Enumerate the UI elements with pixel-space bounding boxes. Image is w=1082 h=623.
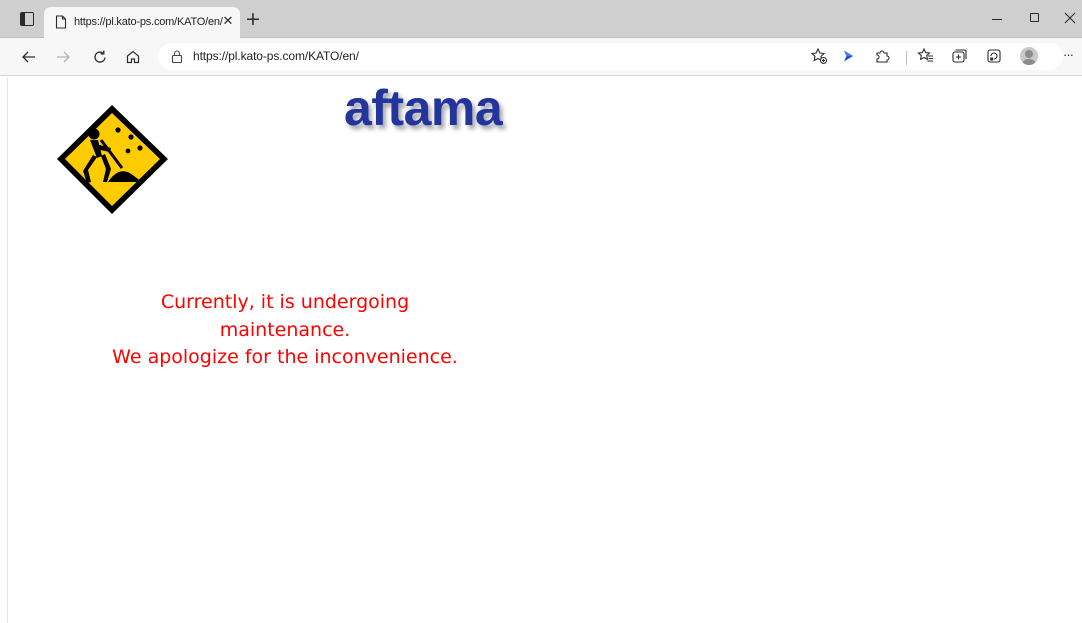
forward-button[interactable] bbox=[51, 45, 75, 69]
refresh-icon bbox=[94, 50, 106, 63]
refresh-button[interactable] bbox=[88, 45, 112, 69]
tab-actions-icon[interactable] bbox=[20, 12, 34, 26]
maximize-icon bbox=[1030, 13, 1039, 22]
toolbar-separator bbox=[906, 51, 907, 65]
browser-toolbar: https://pl.kato-ps.com/KATO/en/ ··· bbox=[0, 38, 1082, 76]
add-favorite-icon bbox=[810, 47, 827, 64]
tab-title: https://pl.kato-ps.com/KATO/en/ bbox=[74, 16, 223, 28]
message-line: maintenance. bbox=[219, 318, 351, 341]
collections-button[interactable] bbox=[948, 45, 970, 67]
close-window-button[interactable] bbox=[1057, 8, 1082, 28]
site-logo: aftama bbox=[344, 80, 503, 136]
maintenance-message: Currently, it is undergoing maintenance.… bbox=[100, 289, 470, 372]
home-button[interactable] bbox=[121, 45, 145, 69]
under-construction-icon bbox=[57, 105, 168, 214]
browser-essentials-button[interactable] bbox=[983, 45, 1005, 67]
extensions-button[interactable] bbox=[871, 45, 893, 67]
bing-button[interactable] bbox=[838, 45, 860, 67]
message-line: We apologize for the inconvenience. bbox=[112, 346, 458, 368]
minimize-icon bbox=[992, 19, 1002, 20]
browser-essentials-icon bbox=[987, 49, 1001, 63]
tab-strip: https://pl.kato-ps.com/KATO/en/ ✕ + bbox=[0, 0, 1082, 38]
add-favorite-button[interactable] bbox=[808, 45, 830, 67]
lock-icon[interactable] bbox=[170, 49, 184, 64]
home-icon bbox=[126, 50, 140, 64]
tab-close-icon[interactable]: ✕ bbox=[220, 13, 236, 31]
tab-active[interactable]: https://pl.kato-ps.com/KATO/en/ ✕ bbox=[44, 7, 240, 38]
maximize-button[interactable] bbox=[1021, 8, 1047, 28]
close-icon bbox=[1064, 12, 1076, 24]
page-icon bbox=[55, 15, 67, 29]
page-left-edge bbox=[7, 77, 8, 623]
more-menu-button[interactable]: ··· bbox=[1058, 46, 1078, 66]
minimize-button[interactable] bbox=[984, 8, 1010, 28]
back-button[interactable] bbox=[17, 45, 41, 69]
favorites-button[interactable] bbox=[915, 45, 937, 67]
favorites-icon bbox=[917, 47, 933, 62]
new-tab-button[interactable]: + bbox=[243, 9, 263, 29]
collections-icon bbox=[952, 49, 967, 63]
url-text[interactable]: https://pl.kato-ps.com/KATO/en/ bbox=[193, 49, 359, 63]
profile-avatar[interactable] bbox=[1020, 47, 1038, 65]
forward-icon bbox=[57, 51, 70, 63]
extensions-icon bbox=[876, 50, 890, 63]
bing-chevron-icon bbox=[844, 50, 853, 62]
back-icon bbox=[22, 51, 35, 63]
message-line: Currently, it is undergoing bbox=[160, 291, 410, 313]
